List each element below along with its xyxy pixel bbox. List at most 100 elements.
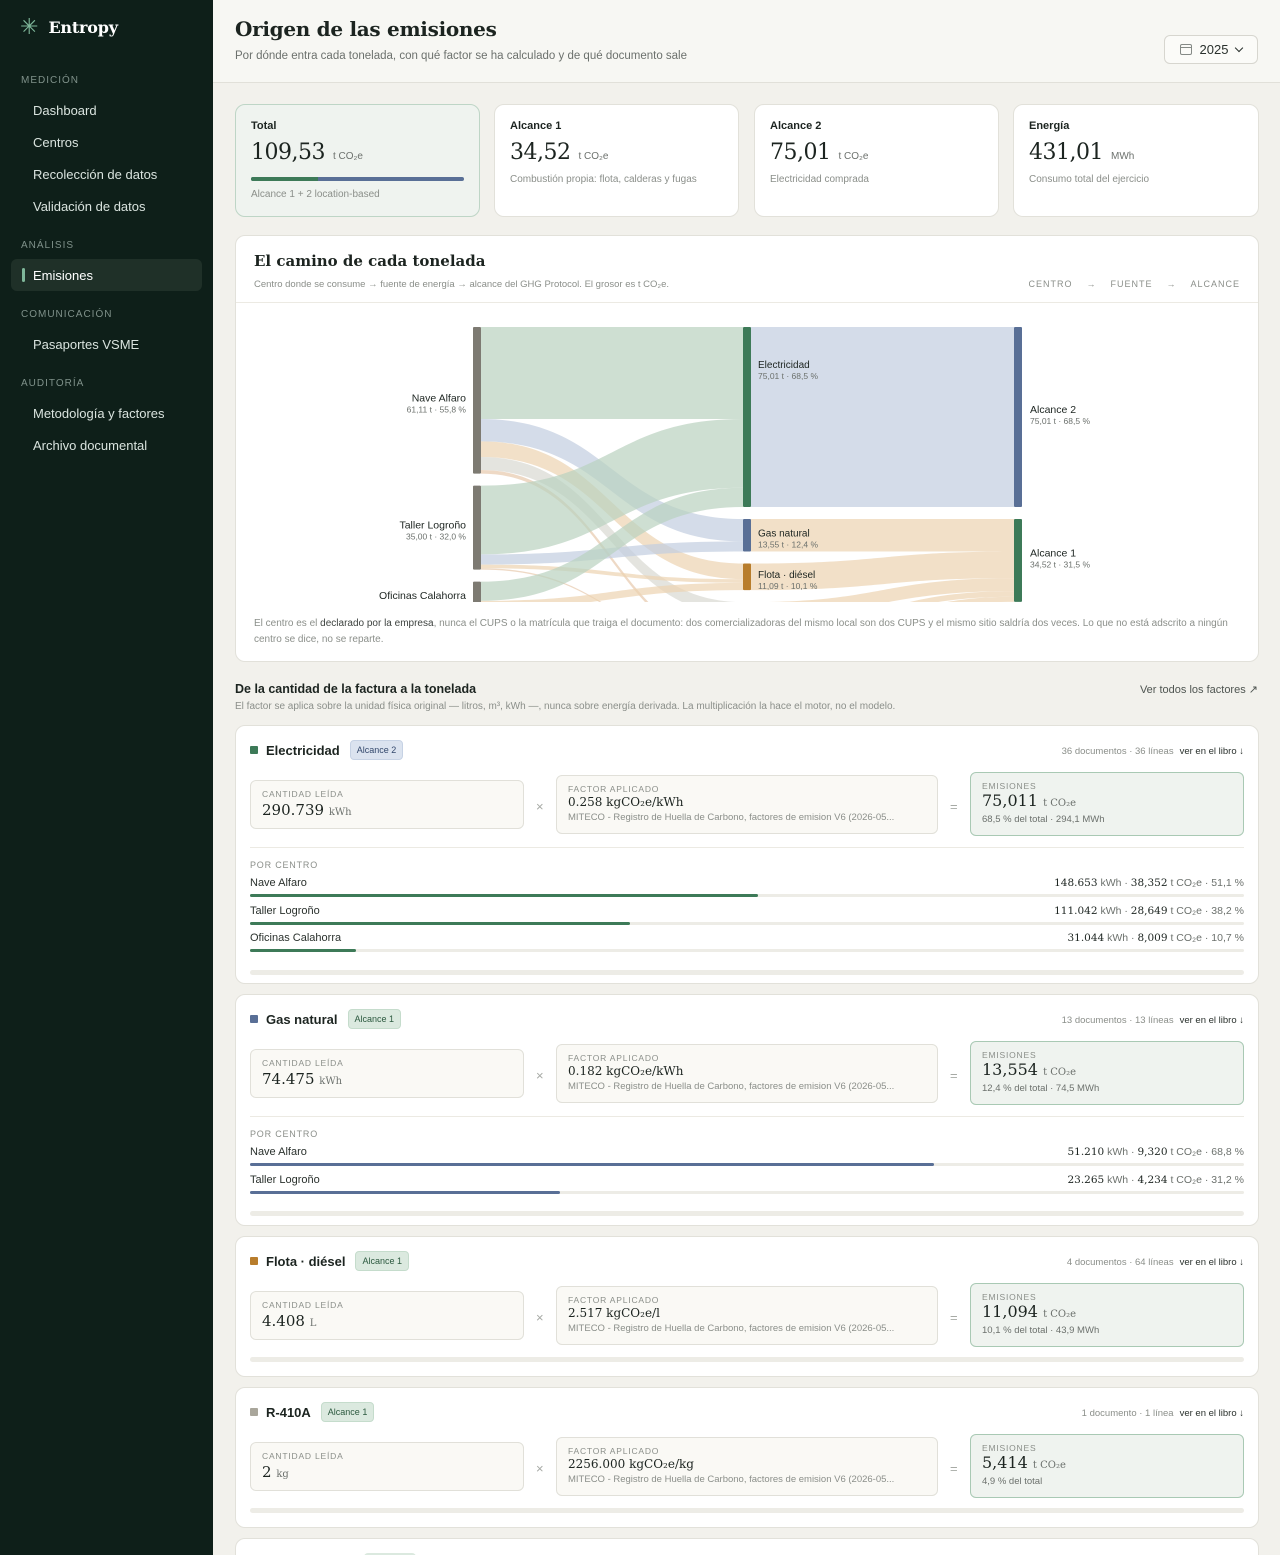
view-in-book-link[interactable]: ver en el libro ↓ [1180,1015,1244,1026]
brand[interactable]: ✳ Entropy [20,16,118,38]
sankey-node-alcance [1014,327,1022,508]
centro-share: t CO₂e · 51,1 % [1170,877,1244,889]
kpi-unit: MWh [1110,151,1135,162]
source-card-2: Flota · diésel Alcance 1 4 documentos · … [235,1236,1259,1377]
emissions-unit: t CO₂e [1032,1460,1066,1471]
view-in-book-link[interactable]: ver en el libro ↓ [1180,1408,1244,1419]
source-meta: 1 documento · 1 línea ver en el libro ↓ [1082,1408,1244,1419]
emissions-value: 5,414 [982,1453,1028,1472]
sankey-node-value: 75,01 t · 68,5 % [1030,416,1090,426]
view-in-book-link[interactable]: ver en el libro ↓ [1180,1257,1244,1268]
source-card-more [235,1538,1259,1555]
sankey-panel: El camino de cada tonelada Centro donde … [235,235,1259,662]
quantity-value: 290.739 [262,801,325,819]
centro-share: t CO₂e · 31,2 % [1170,1173,1244,1186]
nav-section-comunicacion: COMUNICACIÓN [21,309,113,320]
factor-label: FACTOR APLICADO [568,1053,660,1063]
sankey-node-label: Flota · diésel [758,570,815,581]
centro-row: Oficinas Calahorra 31.044 kWh · 8,009 t … [250,932,1244,956]
doc-count: 4 documentos · 64 líneas [1066,1257,1174,1268]
by-centro-label: POR CENTRO [250,860,319,870]
factor-label: FACTOR APLICADO [568,784,660,794]
centro-tonnes: 38,352 [1130,877,1168,889]
centro-qty-unit: kWh · [1100,877,1128,889]
year-select[interactable]: 2025 [1164,35,1258,64]
factors-section-title: De la cantidad de la factura a la tonela… [235,682,477,696]
quantity-box: CANTIDAD LEÍDA 2 kg [250,1442,524,1491]
kpi-label: Alcance 2 [770,120,822,132]
emissions-value: 11,094 [982,1302,1038,1321]
nav-section-auditoria: AUDITORÍA [21,378,85,389]
sidebar-item-metodologia[interactable]: Metodología y factores [11,397,202,429]
centro-share-bar [250,1163,1244,1166]
kpi-alcance-2: Alcance 2 75,01 t CO₂e Electricidad compr… [754,104,999,217]
equals-icon: = [950,1310,958,1325]
centro-name: Taller Logroño [250,1173,320,1186]
centro-values: 111.042 kWh · 28,649 t CO₂e · 38,2 % [1054,905,1244,917]
sankey-subtitle: Centro donde se consume → fuente de ener… [254,279,670,290]
sankey-footnote: El centro es el declarado por la empresa… [254,616,1244,648]
sankey-node-label: Gas natural [758,528,810,539]
view-in-book-link[interactable]: ver en el libro ↓ [1180,746,1244,757]
quantity-value: 74.475 [262,1070,315,1088]
kpi-label: Total [251,120,277,132]
scope1-fill [251,177,319,181]
centro-values: 31.044 kWh · 8,009 t CO₂e · 10,7 % [1067,932,1244,944]
centro-tonnes: 8,009 [1137,932,1168,944]
footnote-text: El centro es el [254,618,321,629]
sidebar-item-dashboard[interactable]: Dashboard [11,94,202,126]
quantity-label: CANTIDAD LEÍDA [262,1451,344,1461]
scope-badge: Alcance 1 [355,1251,409,1271]
sidebar-item-recoleccion[interactable]: Recolección de datos [11,158,202,190]
quantity-unit: kWh [328,807,352,818]
factor-source: MITECO - Registro de Huella de Carbono, … [568,812,895,823]
centro-share-fill [250,1163,934,1166]
emissions-box: EMISIONES 13,554 t CO₂e 12,4 % del total… [970,1041,1244,1105]
centro-qty: 51.210 [1067,1146,1105,1158]
factor-value: 2.517 kgCO₂e/l [568,1306,660,1320]
quantity-label: CANTIDAD LEÍDA [262,1058,344,1068]
crumb-alcance: ALCANCE [1190,279,1240,289]
emissions-box: EMISIONES 11,094 t CO₂e 10,1 % del total… [970,1283,1244,1347]
source-meta: 4 documentos · 64 líneas ver en el libro… [1067,1257,1244,1268]
sidebar-item-validacion[interactable]: Validación de datos [11,190,202,222]
source-color-swatch [250,1015,258,1023]
centro-tonnes: 9,320 [1137,1146,1168,1158]
arrow-right-icon: → [1086,279,1097,289]
centro-share-bar [250,949,1244,952]
centro-share-bar [250,894,1244,897]
centro-qty-unit: kWh · [1107,932,1135,944]
multiply-icon: × [536,1068,544,1083]
sidebar-item-centros[interactable]: Centros [11,126,202,158]
centro-tonnes: 4,234 [1137,1173,1168,1186]
centro-row: Nave Alfaro 51.210 kWh · 9,320 t CO₂e · … [250,1146,1244,1170]
sankey-title: El camino de cada tonelada [254,252,486,270]
doc-count: 1 documento · 1 línea [1081,1408,1174,1419]
sidebar-item-emisiones[interactable]: Emisiones [11,259,202,291]
sidebar-item-archivo[interactable]: Archivo documental [11,429,202,461]
centro-share-bar [250,921,1244,925]
emissions-box: EMISIONES 75,011 t CO₂e 68,5 % del total… [970,772,1244,836]
emissions-share: 12,4 % del total · 74,5 MWh [982,1083,1100,1094]
centro-values: 51.210 kWh · 9,320 t CO₂e · 68,8 % [1067,1146,1244,1158]
kpi-unit: t CO₂e [578,151,609,162]
source-share-bar [250,1211,1244,1216]
factor-box: FACTOR APLICADO 0.258 kgCO₂e/kWh MITECO … [556,775,938,834]
emissions-label: EMISIONES [982,1050,1037,1060]
equals-icon: = [950,799,958,814]
view-all-factors-link[interactable]: Ver todos los factores ↗ [1140,683,1258,696]
quantity-unit: L [309,1318,317,1329]
centro-share-fill [250,894,758,897]
kpi-label: Energía [1029,120,1070,132]
kpi-value: 34,52 [510,140,571,165]
centro-qty: 23.265 [1067,1173,1105,1186]
sidebar-item-pasaportes[interactable]: Pasaportes VSME [11,328,202,360]
source-name: Flota · diésel [266,1253,346,1269]
emissions-value: 75,011 [982,791,1038,810]
sankey-node-label: Electricidad [758,360,810,371]
source-share-bar [250,969,1244,975]
kpi-total: Total 109,53 t CO₂e Alcance 1 + 2 locatio… [235,104,480,217]
centro-share: t CO₂e · 10,7 % [1170,932,1244,944]
quantity-value: 2 [262,1463,272,1481]
scope-split-bar [251,177,464,181]
